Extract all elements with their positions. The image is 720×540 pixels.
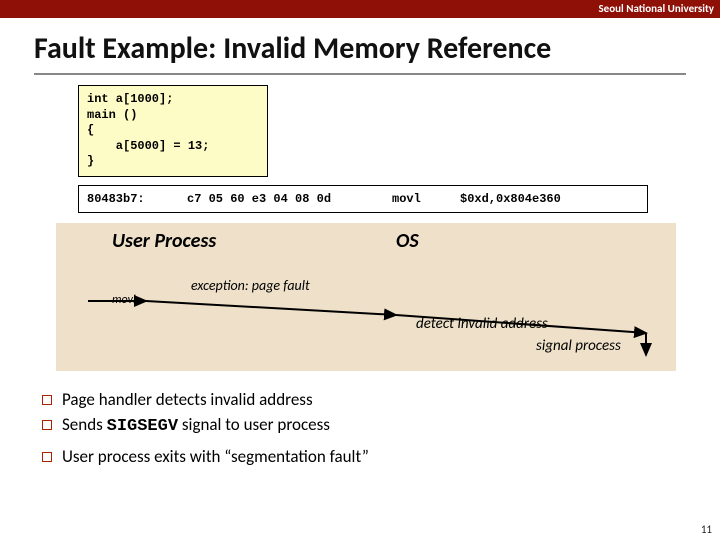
list-item: Page handler detects invalid address bbox=[42, 389, 720, 410]
code-line: { bbox=[87, 123, 259, 139]
title-underline bbox=[34, 73, 686, 75]
diagram: User Process OS movl exception: page fau… bbox=[56, 223, 676, 371]
header-bar: Seoul National University bbox=[0, 0, 720, 18]
asm-opcode: movl bbox=[384, 186, 452, 212]
asm-operands: $0xd,0x804e360 bbox=[452, 186, 647, 212]
code-block: int a[1000]; main () { a[5000] = 13; } bbox=[78, 85, 268, 177]
code-line: } bbox=[87, 154, 259, 170]
asm-row: 80483b7: c7 05 60 e3 04 08 0d movl $0xd,… bbox=[78, 185, 648, 213]
code-line: a[5000] = 13; bbox=[87, 139, 259, 155]
code-line: main () bbox=[87, 108, 259, 124]
slide-title: Fault Example: Invalid Memory Reference bbox=[0, 18, 720, 73]
code-line: int a[1000]; bbox=[87, 92, 259, 108]
list-item: Sends SIGSEGV signal to user process bbox=[42, 414, 720, 436]
bullet-icon bbox=[42, 395, 52, 405]
asm-hexbytes: c7 05 60 e3 04 08 0d bbox=[179, 186, 384, 212]
asm-address: 80483b7: bbox=[79, 186, 179, 212]
org-name: Seoul National University bbox=[598, 2, 714, 15]
page-number: 11 bbox=[701, 523, 712, 536]
bullet-list: Page handler detects invalid address Sen… bbox=[42, 389, 720, 467]
bullet-icon bbox=[42, 452, 52, 462]
arrows-svg bbox=[56, 223, 676, 371]
bullet-icon bbox=[42, 420, 52, 430]
list-item: User process exits with “segmentation fa… bbox=[42, 446, 720, 467]
